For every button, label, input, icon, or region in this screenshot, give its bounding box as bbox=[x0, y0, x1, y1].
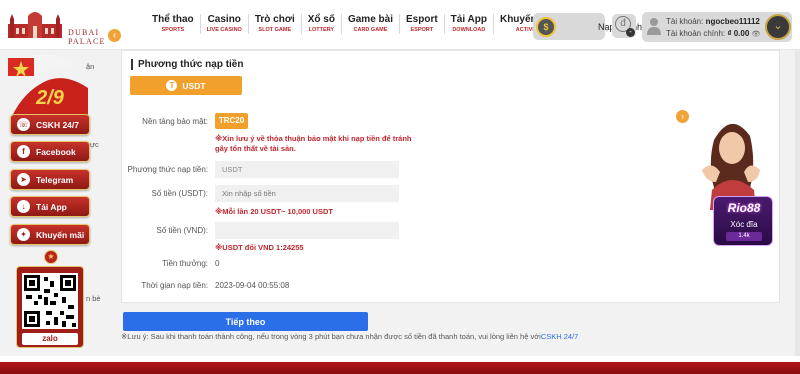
zalo-qr-panel[interactable]: zalo bbox=[16, 266, 84, 348]
nav-label: Trò chơi bbox=[254, 14, 295, 25]
eye-icon[interactable]: 👁 bbox=[752, 31, 761, 38]
main-balance-row: Tài khoản chính: ₫ 0.00 👁 bbox=[666, 29, 760, 38]
zalo-label: zalo bbox=[22, 333, 78, 345]
peek-text: ực bbox=[90, 140, 99, 149]
footer-band bbox=[0, 356, 800, 374]
promo-game-name: Xóc đĩa bbox=[730, 220, 758, 229]
page-scrollbar[interactable] bbox=[795, 50, 800, 356]
sidebar-button-support[interactable]: ☏ CSKH 24/7 bbox=[10, 114, 90, 135]
nav-sublabel: LOTTERY bbox=[308, 27, 335, 33]
collapse-chevron-icon[interactable]: ‹ bbox=[108, 29, 121, 42]
national-day-banner[interactable]: 2/9 bbox=[4, 52, 96, 116]
deposit-time-label: Thời gian nạp tiền: bbox=[141, 281, 208, 290]
network-label: Nền tảng bảo mật: bbox=[142, 117, 208, 126]
promo-logo: Rio88 bbox=[727, 201, 761, 215]
nav-esport[interactable]: Esport ESPORT bbox=[399, 14, 444, 34]
user-avatar-icon bbox=[647, 18, 661, 35]
account-name-row: Tài khoản: ngocbeo11112 bbox=[666, 17, 760, 26]
download-icon: ↓ bbox=[17, 200, 30, 213]
facebook-icon: f bbox=[17, 145, 30, 158]
nav-lottery[interactable]: Xổ số LOTTERY bbox=[300, 14, 341, 34]
usdt-method-tab[interactable]: T USDT bbox=[130, 76, 242, 95]
nav-sublabel: DOWNLOAD bbox=[452, 27, 486, 33]
rate-warning: ※USDT đổi VND 1:24255 bbox=[215, 243, 304, 252]
nav-sublabel: CARD GAME bbox=[353, 27, 388, 33]
nav-sublabel: SLOT GAME bbox=[258, 27, 292, 33]
nav-label: Xổ số bbox=[307, 14, 335, 25]
security-warning: ※Xin lưu ý về thỏa thuận bảo mật khi nạp… bbox=[215, 134, 412, 153]
amount-usdt-input[interactable] bbox=[215, 185, 399, 202]
method-tab-label: USDT bbox=[182, 80, 206, 91]
bonus-value: 0 bbox=[215, 259, 220, 268]
sidebar-button-label: Facebook bbox=[36, 146, 76, 157]
star-icon: ★ bbox=[44, 250, 58, 264]
support-link[interactable]: CSKH 24/7 bbox=[541, 332, 579, 341]
gift-icon: ✦ bbox=[17, 228, 30, 241]
sidebar-button-label: CSKH 24/7 bbox=[36, 119, 79, 130]
palace-logo-icon bbox=[8, 12, 62, 38]
nav-label: Thể thao bbox=[152, 14, 194, 25]
sidebar-button-label: Tải App bbox=[36, 201, 67, 212]
promo-game-badge[interactable]: Rio88 Xóc đĩa 1.4k bbox=[713, 196, 773, 246]
chevron-right-icon[interactable]: › bbox=[676, 110, 689, 123]
nav-sublabel: SPORTS bbox=[161, 27, 185, 33]
chevron-down-icon[interactable]: ⌄ bbox=[765, 14, 791, 40]
telegram-icon: ➤ bbox=[17, 173, 30, 186]
nav-card-game[interactable]: Game bài CARD GAME bbox=[340, 14, 399, 34]
continue-button[interactable]: Tiếp theo bbox=[123, 312, 368, 331]
nav-sublabel: LIVE CASINO bbox=[206, 27, 242, 33]
account-label: Tài khoản: bbox=[666, 17, 704, 26]
nav-label: Tải App bbox=[450, 14, 487, 25]
network-chip[interactable]: TRC20 bbox=[215, 113, 248, 129]
nav-label: Casino bbox=[207, 14, 241, 25]
top-header: DUBAI PALACE ‹ Thể thao SPORTS Casino LI… bbox=[0, 0, 800, 50]
payment-method-label: Phương thức nạp tiền: bbox=[127, 165, 208, 174]
nav-sports[interactable]: Thể thao SPORTS bbox=[146, 14, 200, 34]
sidebar-button-facebook[interactable]: f Facebook bbox=[10, 141, 90, 162]
payment-note: ※Lưu ý: Sau khi thanh toán thành công, n… bbox=[121, 332, 578, 341]
quick-deposit-button[interactable]: $ Nạp nhanh bbox=[533, 13, 642, 40]
amount-vnd-label: Số tiền (VND): bbox=[156, 226, 208, 235]
amount-usdt-label: Số tiền (USDT): bbox=[151, 189, 208, 198]
payment-method-field[interactable] bbox=[215, 161, 399, 178]
nav-slot-game[interactable]: Trò chơi SLOT GAME bbox=[247, 14, 301, 34]
nav-download[interactable]: Tải App DOWNLOAD bbox=[443, 14, 493, 34]
limit-warning: ※Mỗi lần 20 USDT~ 10,000 USDT bbox=[215, 207, 333, 216]
deposit-time-value: 2023-09-04 00:55:08 bbox=[215, 281, 290, 290]
sidebar-button-telegram[interactable]: ➤ Telegram bbox=[10, 169, 90, 190]
peek-text: n bè bbox=[86, 294, 101, 303]
main-nav: Thể thao SPORTS Casino LIVE CASINO Trò c… bbox=[146, 14, 563, 34]
note-text: ※Lưu ý: Sau khi thanh toán thành công, n… bbox=[121, 332, 541, 341]
nav-sublabel: ESPORT bbox=[410, 27, 434, 33]
qr-code-icon bbox=[22, 273, 78, 329]
sidebar-button-promotion[interactable]: ✦ Khuyến mãi bbox=[10, 224, 90, 245]
balance-toggle-button[interactable]: đ - bbox=[612, 14, 636, 38]
sidebar-button-label: Telegram bbox=[36, 174, 74, 185]
main-balance: ₫ 0.00 bbox=[727, 29, 750, 38]
headset-icon: ☏ bbox=[17, 118, 30, 131]
main-account-label: Tài khoản chính: bbox=[666, 29, 726, 38]
account-name: ngocbeo11112 bbox=[705, 17, 760, 26]
tether-icon: T bbox=[166, 80, 178, 91]
nav-casino[interactable]: Casino LIVE CASINO bbox=[199, 14, 248, 34]
brand-logo[interactable]: DUBAI PALACE bbox=[4, 8, 122, 46]
sidebar-button-download[interactable]: ↓ Tải App bbox=[10, 196, 90, 217]
bonus-label: Tiền thưởng: bbox=[162, 259, 208, 268]
sidebar-button-label: Khuyến mãi bbox=[36, 229, 85, 240]
form-title: Phương thức nạp tiền bbox=[131, 59, 243, 70]
minus-icon: - bbox=[626, 28, 635, 37]
banner-date: 2/9 bbox=[35, 87, 65, 109]
nav-label: Game bài bbox=[347, 14, 393, 25]
deposit-form-card: Phương thức nạp tiền T USDT Nền tảng bảo… bbox=[121, 50, 780, 303]
amount-vnd-field[interactable] bbox=[215, 222, 399, 239]
nav-label: Esport bbox=[406, 14, 438, 25]
promo-play-count: 1.4k bbox=[726, 232, 762, 241]
